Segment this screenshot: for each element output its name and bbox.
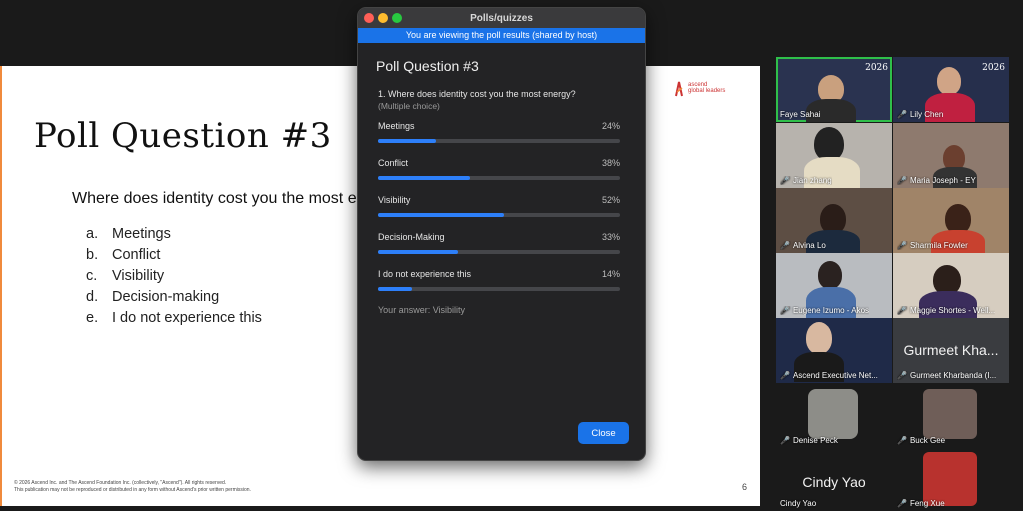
muted-mic-icon: 🎤 bbox=[897, 241, 907, 250]
participant-tile[interactable]: Cindy Yao Cindy Yao bbox=[776, 446, 892, 511]
slide-option: c. Visibility bbox=[86, 268, 165, 284]
participant-name: 🎤 Alvina Lo bbox=[780, 241, 826, 250]
slide-question: Where does identity cost you the most en… bbox=[72, 190, 406, 207]
logo-line-2: global leaders bbox=[688, 88, 726, 94]
poll-result-track bbox=[378, 139, 620, 143]
participant-tile[interactable]: 🎤 Maria Joseph - EY bbox=[893, 123, 1009, 188]
banner-year: 2026 bbox=[865, 63, 888, 73]
poll-result-label: Conflict bbox=[378, 158, 409, 168]
poll-result-label: Decision-Making bbox=[378, 232, 445, 242]
poll-result-track bbox=[378, 213, 620, 217]
participant-name: 🎤 Feng Xue bbox=[897, 499, 945, 508]
ascend-logo-icon bbox=[675, 81, 683, 97]
slide-footer: © 2026 Ascend Inc. and The Ascend Founda… bbox=[14, 480, 251, 493]
muted-mic-icon: 🎤 bbox=[897, 371, 907, 380]
participant-tile[interactable]: 🎤 Buck Gee bbox=[893, 383, 1009, 448]
participant-display-name: Cindy Yao bbox=[802, 474, 866, 490]
participant-avatar bbox=[923, 452, 977, 506]
participant-name: Faye Sahai bbox=[780, 110, 821, 119]
participant-name: 🎤 Gurmeet Kharbanda (I... bbox=[897, 371, 997, 380]
minimize-window-icon[interactable] bbox=[378, 13, 388, 23]
poll-result-bar bbox=[378, 287, 412, 291]
poll-titlebar[interactable]: Polls/quizzes bbox=[358, 8, 645, 28]
participant-tile[interactable]: 🎤 Alvina Lo bbox=[776, 188, 892, 253]
poll-result-percent: 52% bbox=[601, 195, 620, 205]
slide-option: d. Decision-making bbox=[86, 289, 220, 305]
muted-mic-icon: 🎤 bbox=[897, 499, 907, 508]
poll-question: 1. Where does identity cost you the most… bbox=[378, 89, 576, 99]
participant-tile[interactable]: 2026 🎤 Lily Chen bbox=[893, 57, 1009, 122]
poll-result-bar bbox=[378, 213, 504, 217]
muted-mic-icon: 🎤 bbox=[897, 110, 907, 119]
poll-result-label: Meetings bbox=[378, 121, 415, 131]
muted-mic-icon: 🎤 bbox=[780, 241, 790, 250]
ascend-logo: ascend global leaders bbox=[674, 78, 725, 98]
poll-shared-banner: You are viewing the poll results (shared… bbox=[358, 28, 645, 43]
poll-result-bar bbox=[378, 176, 470, 180]
zoom-window-icon[interactable] bbox=[392, 13, 402, 23]
participant-name: Cindy Yao bbox=[780, 499, 817, 508]
slide-option: b. Conflict bbox=[86, 247, 161, 263]
slide-option: e. I do not experience this bbox=[86, 310, 262, 326]
poll-your-answer: Your answer: Visibility bbox=[378, 305, 466, 315]
muted-mic-icon: 🎤 bbox=[780, 371, 790, 380]
slide-options-list: a. Meetings b. Conflict c. Visibility d. Dec… bbox=[86, 226, 262, 331]
muted-mic-icon: 🎤 bbox=[897, 436, 907, 445]
participant-avatar bbox=[923, 389, 977, 439]
participant-name: 🎤 Jian zhang bbox=[780, 176, 832, 185]
slide-page-number: 6 bbox=[742, 482, 748, 492]
participant-name: 🎤 Maggie Shortes - Well... bbox=[897, 306, 996, 315]
poll-result-track bbox=[378, 250, 620, 254]
slide-option: a. Meetings bbox=[86, 226, 171, 242]
participant-name: 🎤 Eugene Izumo - Akos bbox=[780, 306, 870, 315]
poll-result-percent: 14% bbox=[601, 269, 620, 279]
banner-year: 2026 bbox=[982, 63, 1005, 73]
poll-result-percent: 24% bbox=[601, 121, 620, 131]
participant-name: 🎤 Denise Peck bbox=[780, 436, 838, 445]
poll-result-percent: 38% bbox=[601, 158, 620, 168]
poll-result-bar bbox=[378, 250, 458, 254]
muted-mic-icon: 🎤 bbox=[780, 436, 790, 445]
participant-video bbox=[806, 322, 832, 354]
participant-video bbox=[937, 67, 961, 95]
muted-mic-icon: 🎤 bbox=[897, 176, 907, 185]
poll-window[interactable]: Polls/quizzes You are viewing the poll r… bbox=[357, 7, 646, 461]
participant-video bbox=[818, 261, 842, 289]
participant-tile[interactable]: 2026 Faye Sahai bbox=[776, 57, 892, 122]
muted-mic-icon: 🎤 bbox=[897, 306, 907, 315]
participant-tile[interactable]: 🎤 Jian zhang bbox=[776, 123, 892, 188]
slide-title: Poll Question #3 bbox=[34, 116, 332, 156]
close-window-icon[interactable] bbox=[364, 13, 374, 23]
poll-result-track bbox=[378, 176, 620, 180]
participant-tile[interactable]: Gurmeet Kha... 🎤 Gurmeet Kharbanda (I... bbox=[893, 318, 1009, 383]
poll-result-label: I do not experience this bbox=[378, 269, 472, 279]
poll-heading: Poll Question #3 bbox=[376, 58, 479, 74]
participant-tile[interactable]: 🎤 Eugene Izumo - Akos bbox=[776, 253, 892, 318]
participant-name: 🎤 Ascend Executive Net... bbox=[780, 371, 878, 380]
muted-mic-icon: 🎤 bbox=[780, 176, 790, 185]
close-button[interactable]: Close bbox=[578, 422, 629, 444]
muted-mic-icon: 🎤 bbox=[780, 306, 790, 315]
meeting-window: ascend global leaders Poll Question #3 W… bbox=[0, 0, 1023, 511]
participant-tile[interactable]: 🎤 Maggie Shortes - Well... bbox=[893, 253, 1009, 318]
participant-name: 🎤 Buck Gee bbox=[897, 436, 946, 445]
participant-name: 🎤 Sharmila Fowler bbox=[897, 241, 968, 250]
poll-result-bar bbox=[378, 139, 437, 143]
poll-question-type: (Multiple choice) bbox=[378, 101, 440, 111]
participant-avatar bbox=[808, 389, 858, 439]
participant-tile[interactable]: 🎤 Sharmila Fowler bbox=[893, 188, 1009, 253]
participant-display-name: Gurmeet Kha... bbox=[903, 342, 999, 358]
participant-tile[interactable]: 🎤 Ascend Executive Net... bbox=[776, 318, 892, 383]
participant-tile[interactable]: 🎤 Denise Peck bbox=[776, 383, 892, 448]
participant-name: 🎤 Lily Chen bbox=[897, 110, 944, 119]
participant-video bbox=[814, 127, 844, 161]
poll-result-track bbox=[378, 287, 620, 291]
poll-window-title: Polls/quizzes bbox=[470, 12, 533, 24]
participant-tile[interactable]: 🎤 Feng Xue bbox=[893, 446, 1009, 511]
participant-name: 🎤 Maria Joseph - EY bbox=[897, 176, 976, 185]
poll-result-label: Visibility bbox=[378, 195, 411, 205]
poll-result-percent: 33% bbox=[601, 232, 620, 242]
